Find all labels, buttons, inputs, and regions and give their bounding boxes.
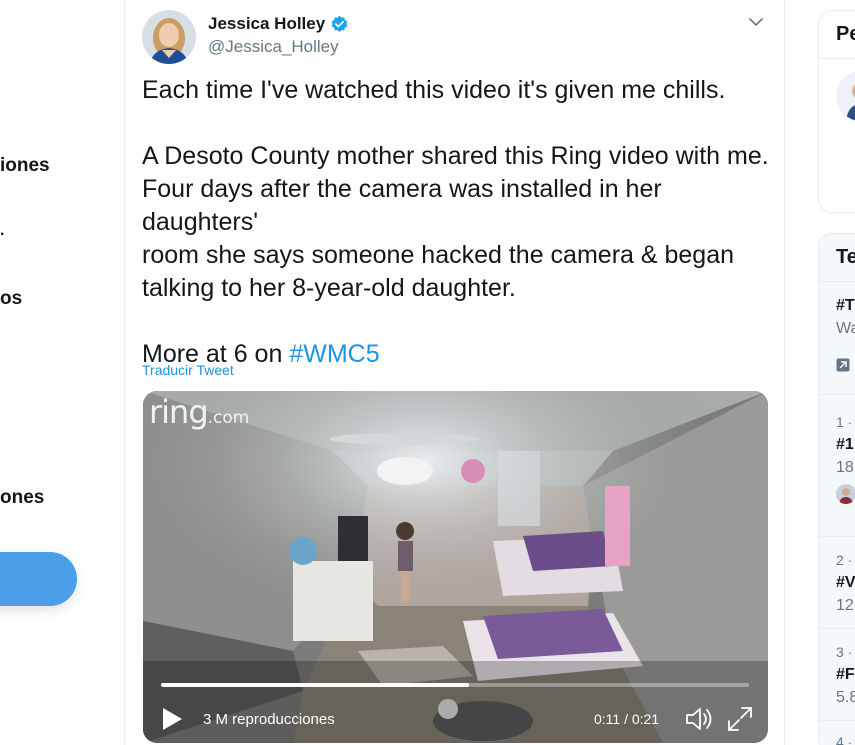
- trend-tag[interactable]: #1: [836, 436, 854, 454]
- tweet-line: [142, 305, 772, 338]
- verified-badge-icon: [330, 15, 349, 34]
- trend-subtitle: Wa: [836, 320, 855, 337]
- volume-icon[interactable]: [685, 706, 715, 732]
- nav-item-lists[interactable]: os: [0, 288, 22, 310]
- left-navigation: iones . os ones: [0, 0, 125, 745]
- trend-divider: [819, 536, 855, 537]
- video-time: 0:11 / 0:21: [594, 711, 660, 727]
- trend-count: 18,: [836, 459, 855, 476]
- tweet-line-last: More at 6 on #WMC5: [142, 338, 772, 371]
- right-sidebar: Pe Te #T Wa 1 · #1 18, 2 · #V 12, 3 · #F…: [818, 0, 855, 745]
- trend-rank: 3 ·: [836, 644, 853, 660]
- panel-divider: [819, 58, 855, 59]
- avatar[interactable]: [142, 10, 196, 64]
- tweet-button[interactable]: [0, 552, 77, 606]
- trend-count: 12,: [836, 597, 855, 614]
- trend-tag[interactable]: #V: [836, 574, 855, 592]
- author-handle[interactable]: @Jessica_Holley: [208, 37, 339, 57]
- video-progress-fill: [161, 683, 470, 687]
- trend-rank: 4 ·: [836, 734, 853, 745]
- view-count: 3 M reproducciones: [203, 711, 335, 728]
- tweet-line: Four days after the camera was installed…: [142, 175, 662, 236]
- author-name-row[interactable]: Jessica Holley: [208, 14, 349, 34]
- trend-avatar: [836, 484, 855, 504]
- trend-count: 5.8: [836, 689, 855, 706]
- promoted-icon: [836, 358, 850, 372]
- trend-rank: 2 ·: [836, 552, 853, 568]
- fullscreen-icon[interactable]: [727, 706, 753, 732]
- author-name[interactable]: Jessica Holley: [208, 14, 325, 34]
- trend-divider: [819, 628, 855, 629]
- nav-fragment: .: [0, 222, 5, 239]
- tweet-line: A Desoto County mother shared this Ring …: [142, 142, 769, 170]
- who-to-follow-panel: Pe: [818, 10, 855, 213]
- hashtag-link[interactable]: #WMC5: [289, 340, 379, 368]
- translate-tweet-link[interactable]: Traducir Tweet: [142, 362, 234, 378]
- chevron-down-icon[interactable]: [748, 14, 764, 30]
- video-progress-bar[interactable]: [161, 683, 749, 687]
- panel-divider: [819, 281, 855, 282]
- tweet-line: talking to her 8-year-old daughter.: [142, 274, 516, 302]
- panel-title: Te: [836, 246, 855, 268]
- nav-item-more-options[interactable]: ones: [0, 487, 44, 509]
- trend-divider: [819, 394, 855, 395]
- trend-tag[interactable]: #T: [836, 297, 855, 315]
- ring-watermark-suffix: .com: [207, 408, 250, 428]
- trend-tag[interactable]: #F: [836, 666, 855, 684]
- tweet-line: [142, 107, 772, 140]
- nav-item-notifications[interactable]: iones: [0, 155, 50, 177]
- tweet-text: Each time I've watched this video it's g…: [142, 74, 772, 371]
- trends-panel: Te #T Wa 1 · #1 18, 2 · #V 12, 3 · #F 5.…: [818, 233, 855, 745]
- video-player[interactable]: ring.com 3 M reproducciones 0:11 / 0:21: [143, 391, 768, 743]
- play-icon[interactable]: [161, 707, 183, 731]
- ring-watermark-text: ring: [149, 393, 209, 431]
- tweet-line: Each time I've watched this video it's g…: [142, 76, 726, 104]
- suggested-avatar[interactable]: [836, 71, 855, 121]
- video-frame: [143, 391, 768, 743]
- panel-title: Pe: [836, 23, 855, 45]
- tweet-detail: Jessica Holley @Jessica_Holley Each time…: [124, 0, 785, 745]
- trend-rank: 1 ·: [836, 414, 853, 430]
- ring-watermark: ring.com: [149, 393, 249, 431]
- trend-divider: [819, 720, 855, 721]
- tweet-line: room she says someone hacked the camera …: [142, 241, 735, 269]
